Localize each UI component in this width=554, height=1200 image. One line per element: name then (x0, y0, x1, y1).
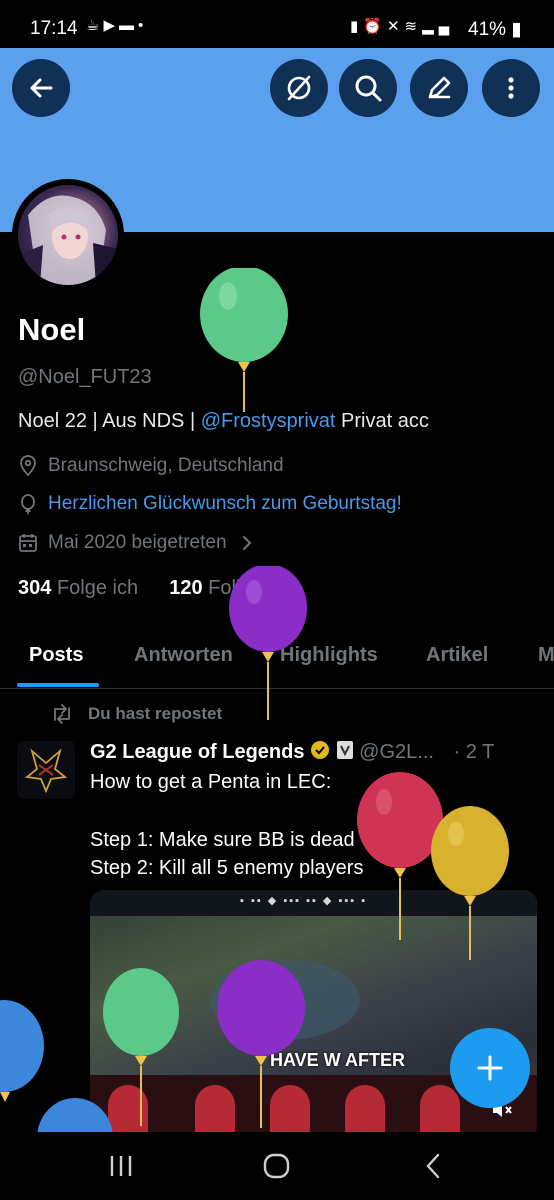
arrow-left-icon (30, 78, 53, 98)
affiliate-badge-icon (336, 741, 353, 759)
calendar-icon (19, 534, 37, 552)
back-button[interactable] (12, 59, 70, 117)
profile-name: Noel (18, 312, 86, 347)
home-icon[interactable] (262, 1146, 292, 1186)
tab-posts[interactable]: Posts (29, 644, 83, 667)
post-time: 2 T (465, 741, 495, 763)
compose-fab-button[interactable] (450, 1028, 530, 1108)
chevron-right-icon (242, 536, 251, 550)
bio-text-end: Privat acc (335, 410, 429, 432)
profile-location: Braunschweig, Deutschland (18, 455, 284, 477)
folder-icon: ▬ (119, 17, 138, 34)
balloon-blue-icon (0, 1000, 44, 1102)
status-bar: 17:14 ☕▶▬• ▮⏰✕≋▂▄ 41% ▮ (0, 0, 554, 48)
search-icon (355, 75, 382, 102)
wifi-icon: ≋ (404, 18, 423, 35)
profile-tabs: Posts Antworten Highlights Artikel M (0, 630, 554, 689)
repost-indicator: Du hast repostet (50, 704, 222, 724)
game-hud: ▪ ▪▪ ◆ ▪▪▪ ▪▪ ◆ ▪▪▪ ▪ (90, 890, 537, 916)
tab-replies[interactable]: Antworten (134, 644, 233, 667)
battery-saver-icon: ▮ (350, 18, 364, 35)
battery-icon: ▮ (511, 19, 522, 40)
pencil-icon (428, 76, 451, 99)
profile-bio: Noel 22 | Aus NDS | @Frostysprivat Priva… (18, 410, 429, 433)
system-nav-bar (0, 1132, 554, 1200)
bio-mention-link[interactable]: @Frostysprivat (201, 410, 336, 432)
media-overlay-text: HAVE W AFTER (270, 1050, 405, 1070)
profile-joined[interactable]: Mai 2020 beigetreten (18, 532, 267, 554)
more-button[interactable] (482, 59, 540, 117)
battery-level: 41% ▮ (468, 19, 522, 40)
balloon-green-icon (200, 268, 288, 412)
verified-badge-icon (311, 741, 330, 759)
notification-icon: ☕ (86, 17, 104, 34)
post-text-line: Step 2: Kill all 5 enemy players (90, 857, 364, 879)
search-button[interactable] (339, 59, 397, 117)
mute-icon: ✕ (386, 18, 405, 35)
joined-text: Mai 2020 beigetreten (48, 532, 227, 553)
profile-stats: 304 Folge ich 120 Follower (18, 577, 284, 600)
dot-icon: • (138, 17, 148, 34)
tab-articles[interactable]: Artikel (426, 644, 488, 667)
birthday-text[interactable]: Herzlichen Glückwunsch zum Geburtstag! (48, 493, 402, 515)
back-nav-icon[interactable] (422, 1146, 446, 1186)
avatar-image (18, 185, 118, 285)
status-system-icons: ▮⏰✕≋▂▄ (350, 17, 454, 35)
repost-icon (54, 704, 70, 724)
post-separator: · (453, 741, 461, 763)
location-pin-icon (20, 455, 36, 477)
status-time: 17:14 (30, 18, 78, 39)
more-vertical-icon (508, 77, 514, 99)
location-text: Braunschweig, Deutschland (48, 455, 284, 476)
tab-more[interactable]: M (538, 644, 554, 667)
post-text-line: How to get a Penta in LEC: (90, 771, 332, 793)
grok-icon (287, 75, 311, 101)
post-header: G2 League of Legends @G2L... · 2 T (90, 740, 494, 764)
signal-icon: ▂▄ (422, 18, 455, 35)
youtube-icon: ▶ (103, 17, 119, 34)
profile-avatar[interactable] (12, 179, 124, 291)
active-tab-indicator (17, 683, 99, 687)
recents-icon[interactable] (108, 1146, 134, 1186)
post-author-handle: @G2L... (359, 741, 434, 763)
tab-highlights[interactable]: Highlights (280, 644, 378, 667)
following-link[interactable]: 304 Folge ich (18, 577, 138, 599)
post-text-line: Step 1: Make sure BB is dead (90, 829, 355, 851)
status-app-icons: ☕▶▬• (86, 16, 147, 34)
balloon-icon (21, 494, 35, 514)
post-author-avatar[interactable] (17, 741, 75, 799)
bio-text: Noel 22 | Aus NDS | (18, 410, 201, 432)
grok-button[interactable] (270, 59, 328, 117)
profile-birthday[interactable]: Herzlichen Glückwunsch zum Geburtstag! (18, 493, 402, 515)
edit-button[interactable] (410, 59, 468, 117)
alarm-icon: ⏰ (363, 18, 387, 35)
plus-icon (477, 1055, 503, 1081)
post-author-name[interactable]: G2 League of Legends (90, 741, 304, 763)
profile-handle: @Noel_FUT23 (18, 366, 152, 388)
followers-link[interactable]: 120 Follower (169, 577, 284, 599)
